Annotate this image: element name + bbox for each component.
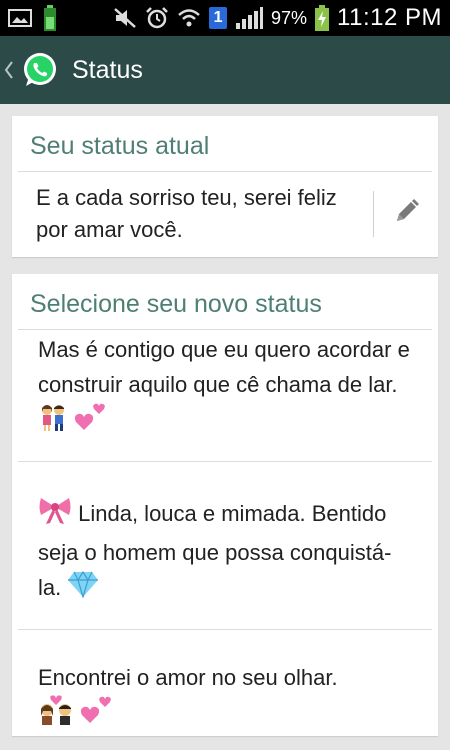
current-status-text: E a cada sorriso teu, serei feliz por am… (36, 185, 337, 242)
hearts-emoji (80, 695, 112, 735)
whatsapp-logo-icon[interactable] (20, 50, 60, 90)
battery-charging-icon (315, 5, 330, 31)
status-list-item[interactable]: Linda, louca e mimada. Bentido seja o ho… (18, 462, 432, 630)
couple-emoji (38, 402, 68, 442)
back-chevron-icon[interactable] (4, 60, 16, 80)
couple-heart-emoji (38, 695, 74, 735)
status-item-text: Mas é contigo que eu quero acordar e con… (38, 337, 410, 397)
signal-icon (235, 6, 264, 30)
pencil-icon (391, 197, 421, 232)
battery-small-icon (44, 5, 56, 31)
action-bar: Status (0, 36, 450, 104)
battery-percent: 97% (271, 7, 308, 28)
current-status-header: Seu status atual (18, 116, 432, 172)
page-title: Status (72, 55, 143, 84)
alarm-icon (145, 6, 169, 30)
new-status-card: Selecione seu novo status Mas é contigo … (12, 274, 438, 736)
status-list-item[interactable]: Mas é contigo que eu quero acordar e con… (18, 330, 432, 462)
current-status-row[interactable]: E a cada sorriso teu, serei feliz por am… (12, 172, 438, 256)
image-icon (8, 8, 32, 28)
edit-status-button[interactable] (374, 172, 438, 256)
notification-badge: 1 (209, 7, 228, 29)
new-status-header: Selecione seu novo status (18, 274, 432, 330)
ribbon-emoji (38, 495, 72, 535)
diamond-emoji (67, 570, 99, 608)
current-status-card: Seu status atual E a cada sorriso teu, s… (12, 116, 438, 257)
status-item-text: Encontrei o amor no seu olhar. (38, 665, 338, 690)
hearts-emoji (74, 402, 106, 442)
mute-icon (113, 7, 137, 29)
status-list-item[interactable]: Encontrei o amor no seu olhar. (18, 630, 432, 736)
wifi-icon (177, 7, 201, 29)
clock-time: 11:12 PM (337, 4, 442, 31)
system-status-bar: 1 97% 11:12 PM (0, 0, 450, 36)
